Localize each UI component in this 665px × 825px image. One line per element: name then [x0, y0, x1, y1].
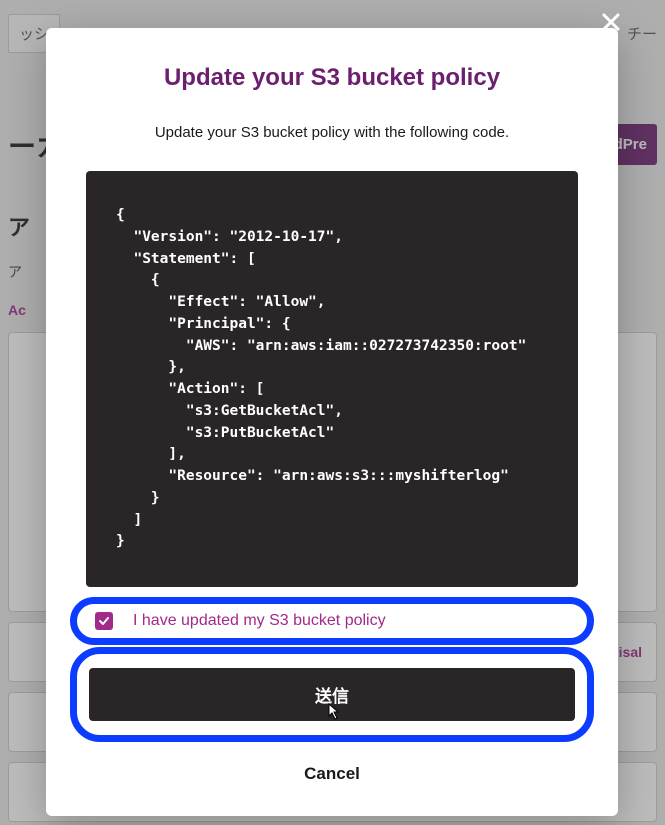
- checkmark-icon: [98, 615, 110, 627]
- modal-title: Update your S3 bucket policy: [70, 64, 594, 92]
- modal-description: Update your S3 bucket policy with the fo…: [70, 124, 594, 141]
- modal-dialog: Update your S3 bucket policy Update your…: [46, 28, 618, 816]
- policy-updated-label: I have updated my S3 bucket policy: [133, 612, 386, 630]
- cancel-button[interactable]: Cancel: [70, 754, 594, 788]
- submit-button-label: 送信: [315, 687, 349, 706]
- submit-highlight: 送信: [70, 647, 594, 742]
- close-icon[interactable]: [601, 8, 621, 39]
- policy-updated-checkbox[interactable]: [95, 612, 113, 630]
- submit-button[interactable]: 送信: [89, 668, 575, 721]
- checkbox-highlight: I have updated my S3 bucket policy: [70, 597, 594, 645]
- cursor-icon: [323, 702, 341, 729]
- policy-code-block[interactable]: { "Version": "2012-10-17", "Statement": …: [86, 171, 578, 587]
